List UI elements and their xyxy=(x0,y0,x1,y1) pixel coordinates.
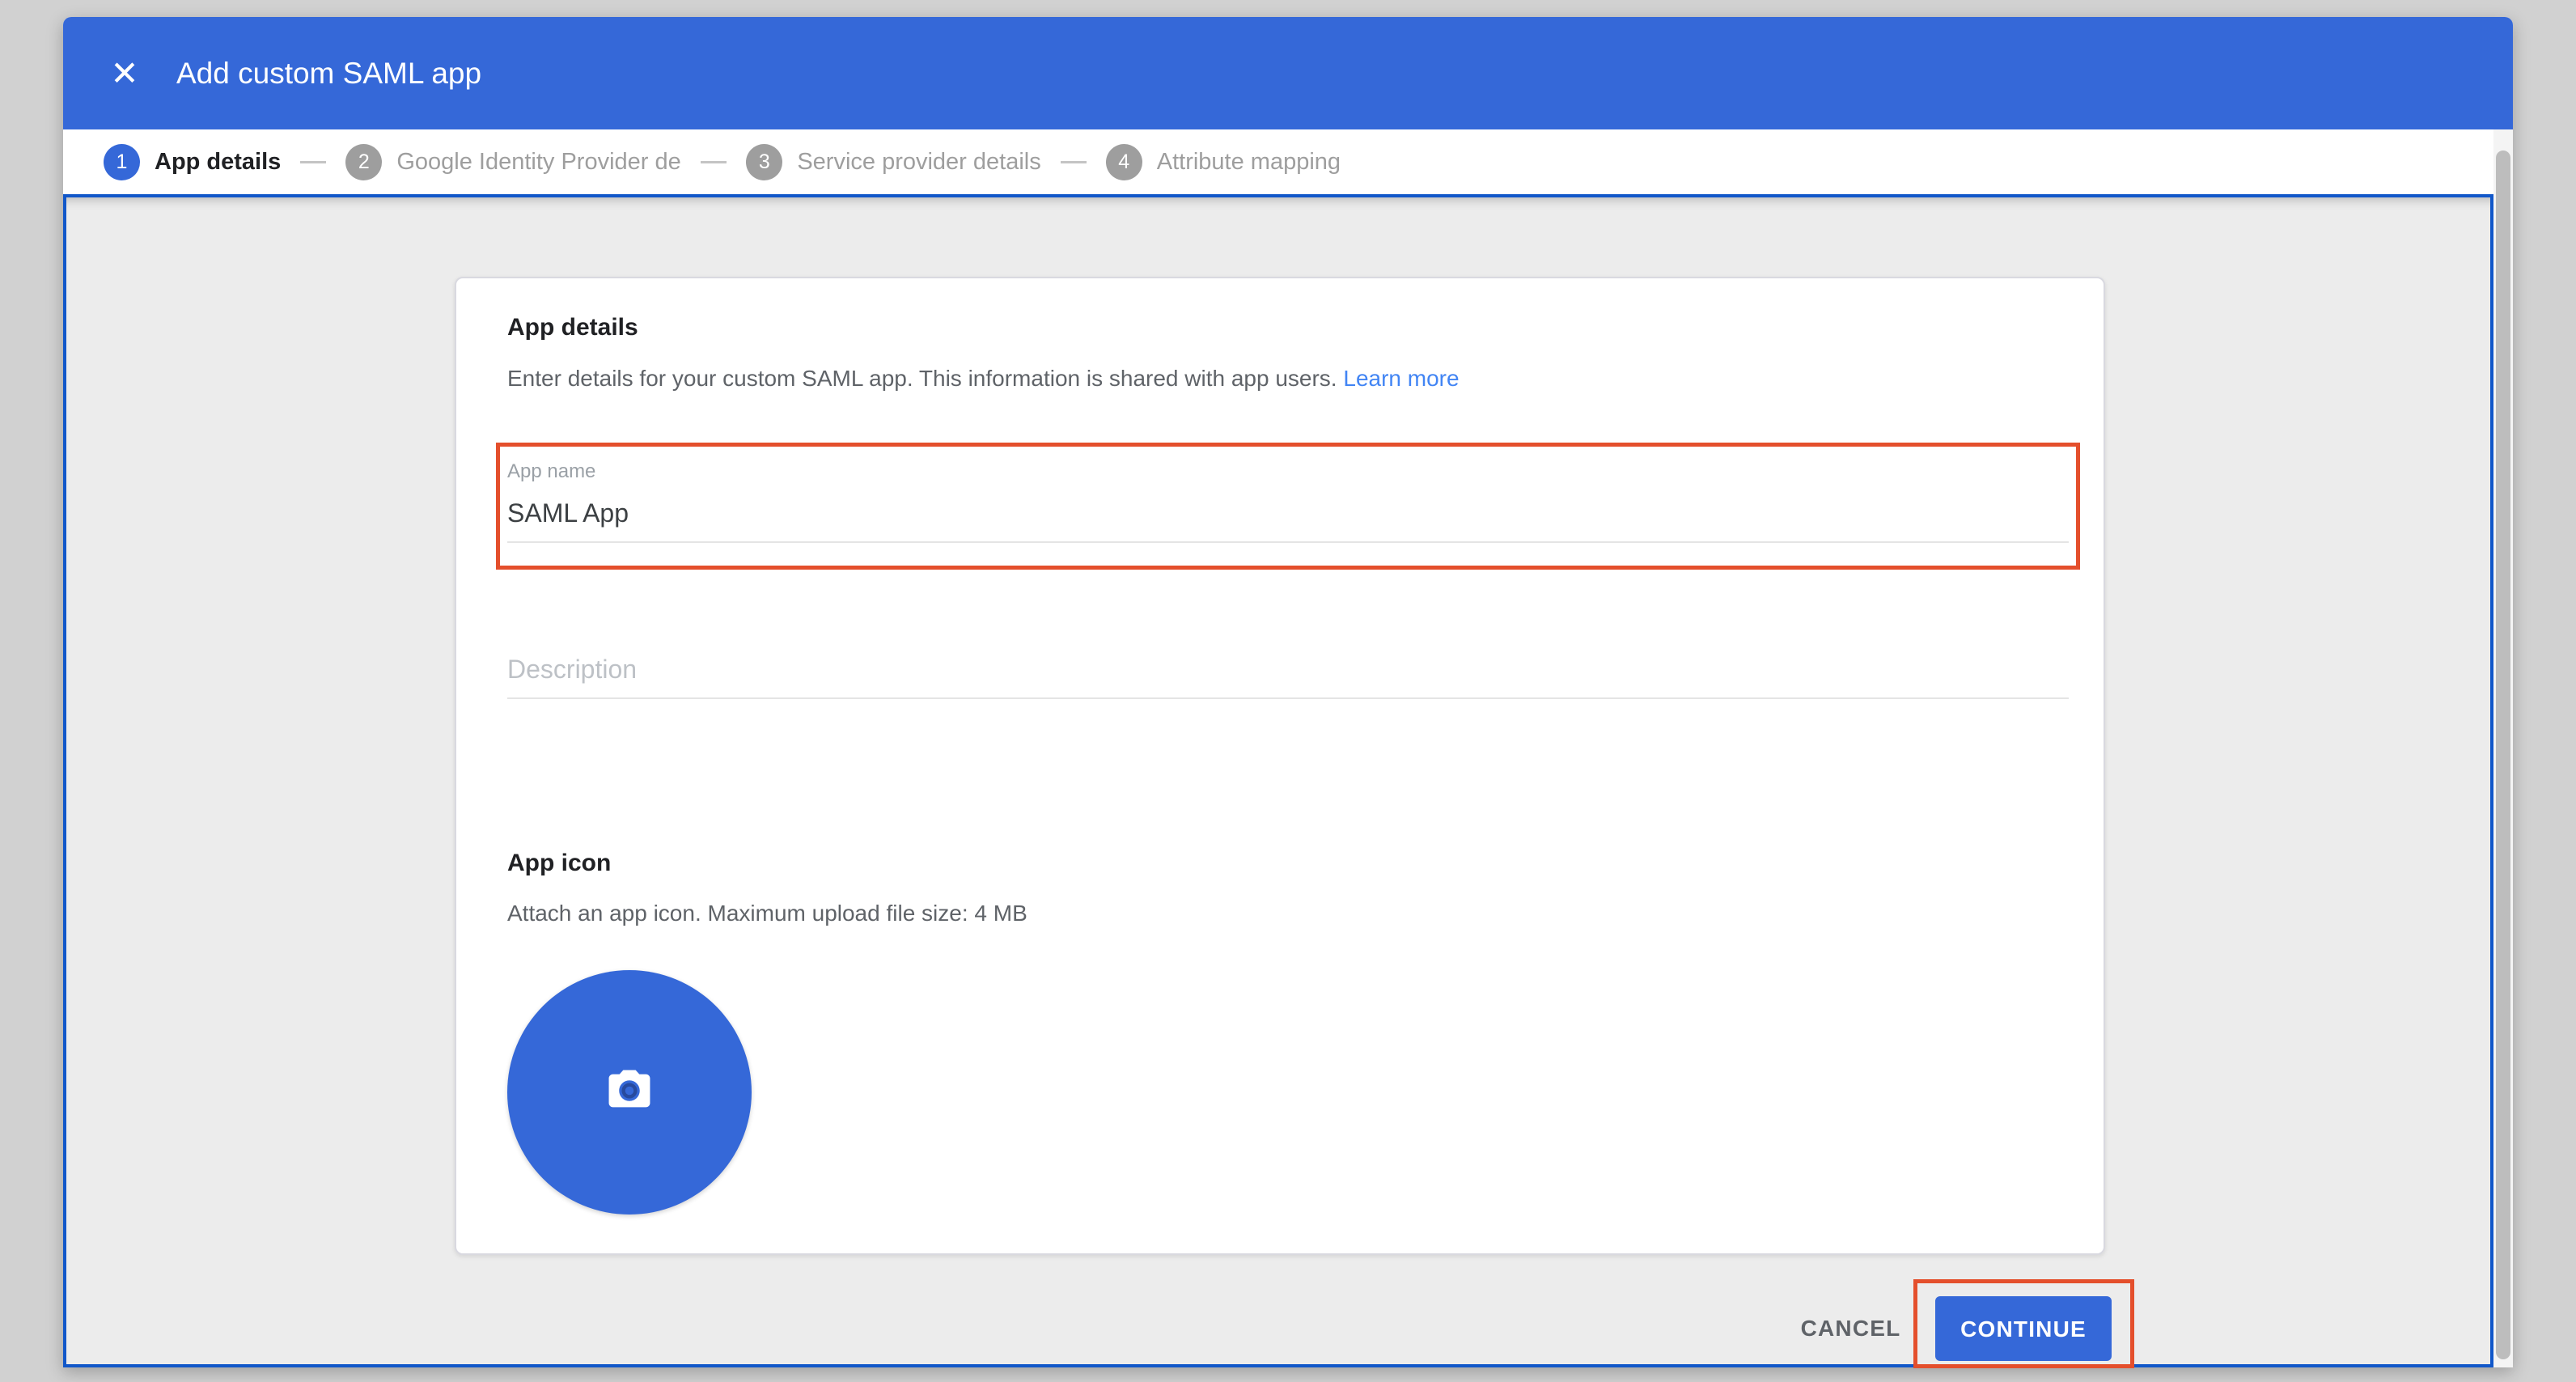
step-service-provider-details: 3 Service provider details xyxy=(746,144,1040,180)
add-custom-saml-app-dialog: ✕ Add custom SAML app 1 App details 2 Go… xyxy=(63,17,2513,1367)
app-name-label: App name xyxy=(507,460,595,483)
step-3-label: Service provider details xyxy=(797,149,1040,176)
section-title: App details xyxy=(507,314,638,341)
continue-button[interactable]: CONTINUE xyxy=(1935,1296,2112,1361)
step-attribute-mapping: 4 Attribute mapping xyxy=(1106,144,1341,180)
step-1-badge: 1 xyxy=(104,144,140,180)
camera-icon xyxy=(603,1068,656,1117)
app-name-input[interactable] xyxy=(507,498,2069,543)
section-description: Enter details for your custom SAML app. … xyxy=(507,366,1460,392)
app-icon-upload-button[interactable] xyxy=(507,970,752,1215)
app-icon-help-text: Attach an app icon. Maximum upload file … xyxy=(507,901,1027,926)
step-1-label: App details xyxy=(155,149,281,176)
wizard-stepper: 1 App details 2 Google Identity Provider… xyxy=(63,129,2493,195)
section-description-text: Enter details for your custom SAML app. … xyxy=(507,366,1337,391)
step-separator xyxy=(701,161,727,163)
step-separator xyxy=(300,161,326,163)
app-details-card: App details Enter details for your custo… xyxy=(455,277,2105,1255)
description-input[interactable] xyxy=(507,655,2069,699)
scrollbar-thumb[interactable] xyxy=(2496,150,2510,1359)
dialog-header: ✕ Add custom SAML app xyxy=(63,17,2513,129)
close-icon[interactable]: ✕ xyxy=(104,53,146,95)
step-2-label: Google Identity Provider details xyxy=(396,149,681,176)
dialog-title: Add custom SAML app xyxy=(176,57,481,91)
step-separator xyxy=(1061,161,1087,163)
cancel-button[interactable]: CANCEL xyxy=(1788,1303,1913,1354)
dialog-body: App details Enter details for your custo… xyxy=(63,194,2493,1367)
step-4-label: Attribute mapping xyxy=(1157,149,1341,176)
step-2-badge: 2 xyxy=(345,144,382,180)
vertical-scrollbar[interactable] xyxy=(2493,129,2513,1367)
step-4-badge: 4 xyxy=(1106,144,1142,180)
learn-more-link[interactable]: Learn more xyxy=(1343,366,1459,391)
step-app-details: 1 App details xyxy=(104,144,281,180)
app-icon-title: App icon xyxy=(507,850,611,877)
step-3-badge: 3 xyxy=(746,144,782,180)
step-google-idp-details: 2 Google Identity Provider details xyxy=(345,144,681,180)
